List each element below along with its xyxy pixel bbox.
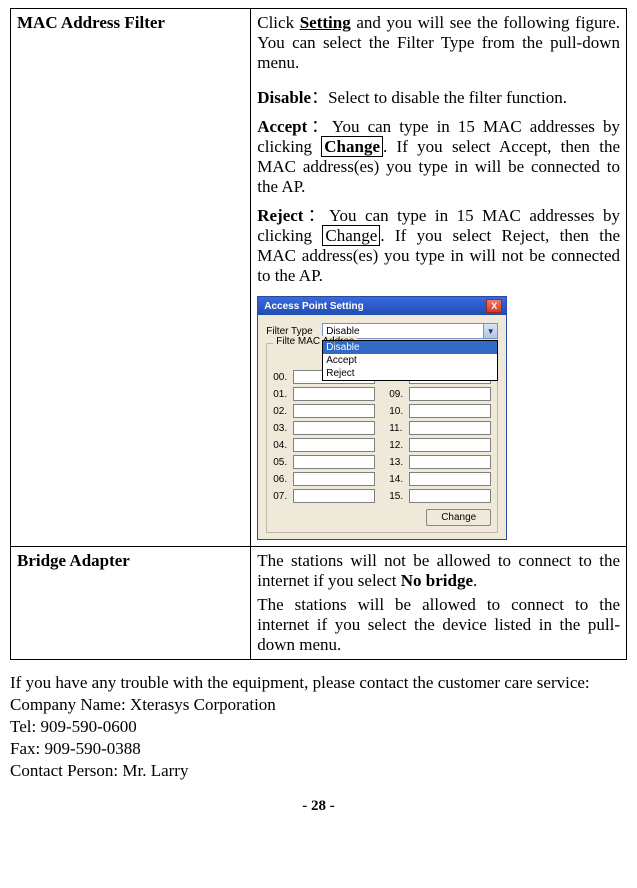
- bridge-p1: The stations will not be allowed to conn…: [257, 551, 620, 591]
- document-table: MAC Address Filter Click Setting and you…: [10, 8, 627, 660]
- mac-num-00: 00.: [273, 372, 293, 383]
- change-btn-text-2: Change: [322, 225, 380, 246]
- mac-input-01[interactable]: [293, 387, 375, 401]
- accept-line: Accept：You can type in 15 MAC addresses …: [257, 112, 620, 197]
- mac-num-12: 12.: [389, 440, 409, 451]
- mac-input-07[interactable]: [293, 489, 375, 503]
- reject-line: Reject：You can type in 15 MAC addresses …: [257, 201, 620, 286]
- mac-filter-heading: MAC Address Filter: [17, 13, 165, 32]
- option-reject[interactable]: Reject: [323, 367, 497, 380]
- chevron-down-icon[interactable]: ▼: [483, 324, 497, 338]
- mac-filter-heading-cell: MAC Address Filter: [11, 9, 251, 547]
- option-disable[interactable]: Disable: [323, 341, 497, 354]
- change-button[interactable]: Change: [426, 509, 491, 526]
- footer-line-2: Company Name: Xterasys Corporation: [10, 694, 627, 716]
- footer-line-5: Contact Person: Mr. Larry: [10, 760, 627, 782]
- mac-input-03[interactable]: [293, 421, 375, 435]
- footer-line-1: If you have any trouble with the equipme…: [10, 672, 627, 694]
- mac-input-12[interactable]: [409, 438, 491, 452]
- filter-type-selected: Disable: [326, 326, 359, 337]
- mac-num-01: 01.: [273, 389, 293, 400]
- mac-input-05[interactable]: [293, 455, 375, 469]
- option-accept[interactable]: Accept: [323, 354, 497, 367]
- mac-input-14[interactable]: [409, 472, 491, 486]
- bridge-heading-cell: Bridge Adapter: [11, 547, 251, 660]
- disable-line: Disable：Select to disable the filter fun…: [257, 83, 620, 108]
- change-btn-text-1: Change: [321, 136, 383, 157]
- mac-input-13[interactable]: [409, 455, 491, 469]
- mac-num-06: 06.: [273, 474, 293, 485]
- mac-num-10: 10.: [389, 406, 409, 417]
- mac-input-04[interactable]: [293, 438, 375, 452]
- dialog-titlebar: Access Point Setting X: [258, 297, 506, 315]
- setting-link: Setting: [300, 13, 351, 32]
- bridge-heading: Bridge Adapter: [17, 551, 130, 570]
- mac-num-04: 04.: [273, 440, 293, 451]
- mac-num-14: 14.: [389, 474, 409, 485]
- mac-num-13: 13.: [389, 457, 409, 468]
- footer-contact: If you have any trouble with the equipme…: [10, 672, 627, 782]
- footer-line-3: Tel: 909-590-0600: [10, 716, 627, 738]
- footer-line-4: Fax: 909-590-0388: [10, 738, 627, 760]
- mac-num-15: 15.: [389, 491, 409, 502]
- bridge-desc-cell: The stations will not be allowed to conn…: [251, 547, 627, 660]
- mac-num-07: 07.: [273, 491, 293, 502]
- filter-type-label: Filter Type: [266, 326, 322, 337]
- mac-input-09[interactable]: [409, 387, 491, 401]
- page-number: - 28 -: [10, 798, 627, 815]
- mac-grid: 00. 08. 01. 09. 02. 10. 03. 11. 04. 12.: [273, 370, 491, 503]
- close-icon[interactable]: X: [486, 299, 502, 313]
- dialog-body: Filter Type Disable ▼ Disable Accept Rej…: [258, 315, 506, 539]
- mac-num-11: 11.: [389, 423, 409, 434]
- mac-para-1: Click Setting and you will see the follo…: [257, 13, 620, 73]
- dialog-screenshot: Access Point Setting X Filter Type Disab…: [257, 296, 620, 540]
- mac-num-09: 09.: [389, 389, 409, 400]
- access-point-dialog: Access Point Setting X Filter Type Disab…: [257, 296, 507, 540]
- mac-input-02[interactable]: [293, 404, 375, 418]
- dialog-title: Access Point Setting: [264, 301, 363, 312]
- mac-input-15[interactable]: [409, 489, 491, 503]
- filter-type-dropdown: Disable Accept Reject: [322, 340, 498, 381]
- mac-input-06[interactable]: [293, 472, 375, 486]
- mac-filter-desc-cell: Click Setting and you will see the follo…: [251, 9, 627, 547]
- mac-input-11[interactable]: [409, 421, 491, 435]
- bridge-p2: The stations will be allowed to connect …: [257, 595, 620, 655]
- mac-num-03: 03.: [273, 423, 293, 434]
- mac-input-10[interactable]: [409, 404, 491, 418]
- mac-num-02: 02.: [273, 406, 293, 417]
- mac-num-05: 05.: [273, 457, 293, 468]
